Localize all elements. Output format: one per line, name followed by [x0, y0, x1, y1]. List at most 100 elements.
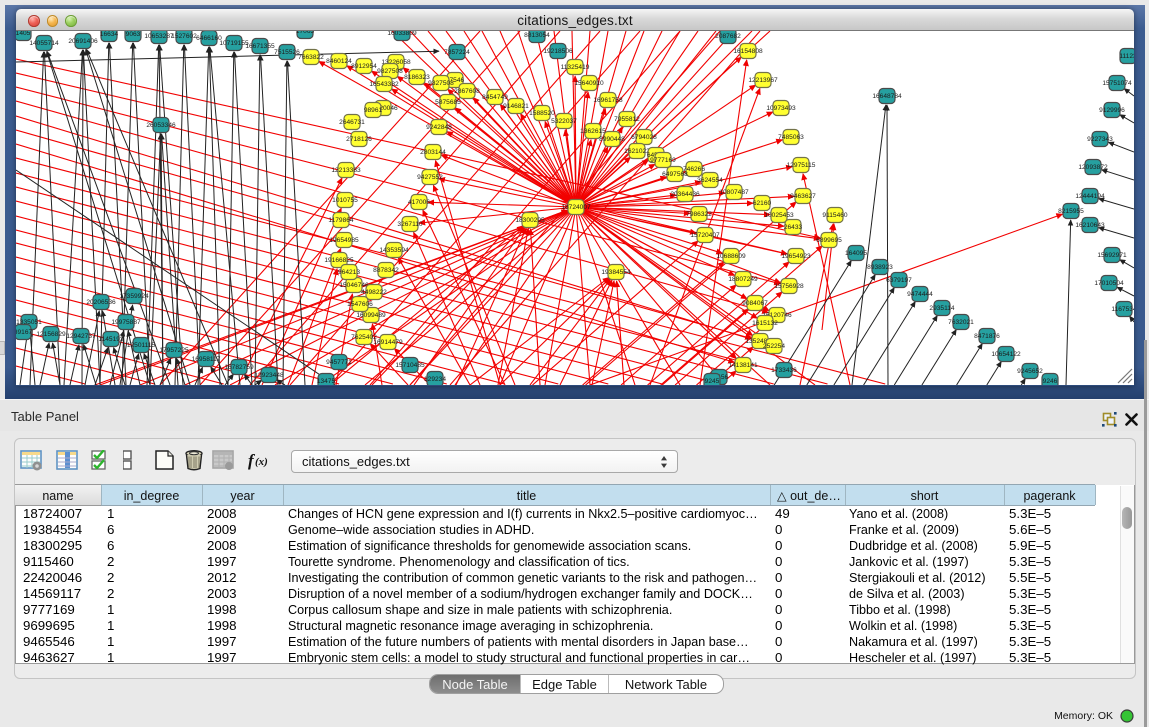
svg-text:252254: 252254 [763, 343, 785, 350]
svg-text:14353594: 14353594 [379, 247, 409, 254]
svg-text:2718126: 2718126 [346, 136, 372, 143]
svg-text:17063: 17063 [296, 31, 315, 35]
svg-text:8215955: 8215955 [1058, 208, 1084, 215]
svg-text:10653287: 10653287 [144, 33, 174, 40]
svg-text:15756928: 15756928 [774, 283, 804, 290]
svg-text:(x): (x) [255, 456, 268, 468]
svg-text:19654985: 19654985 [329, 237, 359, 244]
svg-text:13475: 13475 [317, 378, 336, 385]
svg-text:16634: 16634 [100, 31, 119, 38]
svg-text:7663822: 7663822 [298, 54, 324, 61]
svg-text:9227343: 9227343 [1087, 136, 1113, 143]
svg-text:8471876: 8471876 [974, 333, 1000, 340]
svg-text:7986322: 7986322 [686, 211, 712, 218]
svg-text:2646731: 2646731 [339, 119, 365, 126]
svg-text:8813054: 8813054 [524, 32, 550, 39]
svg-text:12213967: 12213967 [748, 77, 778, 84]
svg-text:7955812: 7955812 [614, 116, 640, 123]
svg-text:4498222: 4498222 [361, 289, 387, 296]
svg-text:417006: 417006 [408, 199, 430, 206]
svg-text:19975887: 19975887 [111, 319, 141, 326]
svg-text:20206536: 20206536 [86, 299, 116, 306]
svg-text:17957225: 17957225 [159, 347, 189, 354]
svg-text:1010755: 1010755 [332, 197, 358, 204]
svg-text:10973493: 10973493 [766, 105, 796, 112]
svg-text:16782759: 16782759 [224, 364, 254, 371]
svg-text:9457771: 9457771 [326, 359, 352, 366]
svg-text:10807487: 10807487 [719, 189, 749, 196]
svg-text:9245: 9245 [705, 378, 720, 385]
svg-text:16099489: 16099489 [356, 312, 386, 319]
svg-text:9146821: 9146821 [503, 103, 529, 110]
svg-text:7485063: 7485063 [778, 134, 804, 141]
svg-text:12093872: 12093872 [1078, 164, 1108, 171]
svg-text:1362615: 1362615 [580, 128, 606, 135]
svg-text:16958117: 16958117 [192, 356, 221, 363]
svg-text:12942737: 12942737 [66, 333, 96, 340]
svg-text:15692971: 15692971 [1097, 252, 1127, 259]
svg-text:9777169: 9777169 [650, 157, 676, 164]
svg-text:2935114: 2935114 [929, 305, 955, 312]
svg-text:62160: 62160 [753, 200, 772, 207]
svg-text:16154808: 16154808 [733, 48, 763, 55]
svg-text:8460124: 8460124 [326, 58, 352, 65]
svg-text:9115460: 9115460 [822, 212, 848, 219]
svg-text:7632021: 7632021 [948, 319, 974, 326]
svg-text:11123: 11123 [1119, 53, 1134, 60]
svg-text:12975115: 12975115 [787, 162, 816, 169]
svg-text:18807249: 18807249 [728, 276, 758, 283]
svg-text:9327508: 9327508 [428, 80, 454, 87]
svg-text:20691406: 20691406 [68, 38, 98, 45]
svg-text:9129996: 9129996 [1099, 107, 1125, 114]
svg-text:39167: 39167 [16, 329, 32, 336]
svg-text:5322037: 5322037 [551, 118, 577, 125]
svg-text:1588520: 1588520 [529, 110, 555, 117]
svg-text:16210643: 16210643 [1075, 222, 1105, 229]
svg-text:16648784: 16648784 [872, 93, 902, 100]
svg-text:9827508: 9827508 [377, 68, 403, 75]
svg-text:2803144: 2803144 [420, 149, 446, 156]
svg-text:18300295: 18300295 [515, 217, 545, 224]
svg-text:98961: 98961 [364, 107, 383, 114]
svg-text:26053346: 26053346 [146, 122, 176, 129]
svg-text:9463627: 9463627 [790, 193, 816, 200]
svg-text:8938923: 8938923 [867, 264, 893, 271]
svg-text:2087682: 2087682 [715, 33, 741, 40]
svg-text:15046746: 15046746 [339, 282, 369, 289]
svg-text:14055714: 14055714 [29, 40, 59, 47]
svg-text:19384554: 19384554 [601, 269, 631, 276]
svg-text:14138141: 14138141 [728, 362, 758, 369]
svg-text:1527602: 1527602 [171, 33, 197, 40]
svg-text:15710485: 15710485 [395, 362, 425, 369]
svg-text:19654923: 19654923 [781, 253, 811, 260]
svg-text:1145193: 1145193 [98, 336, 124, 343]
svg-text:964213: 964213 [338, 269, 360, 276]
svg-text:9246: 9246 [1043, 378, 1058, 385]
svg-text:26433: 26433 [784, 224, 803, 231]
svg-text:15751074: 15751074 [1102, 80, 1132, 87]
svg-text:12213383: 12213383 [331, 167, 361, 174]
svg-text:1615132: 1615132 [752, 320, 778, 327]
svg-text:1733436: 1733436 [771, 367, 797, 374]
svg-text:7857224: 7857224 [444, 49, 470, 56]
svg-text:6466160: 6466160 [196, 35, 222, 42]
svg-text:10025453: 10025453 [764, 212, 794, 219]
svg-text:8912954: 8912954 [351, 63, 377, 70]
svg-text:1405: 1405 [16, 31, 31, 37]
svg-text:9063: 9063 [126, 31, 141, 38]
svg-text:3624554: 3624554 [697, 177, 723, 184]
svg-text:9084067: 9084067 [742, 300, 768, 307]
svg-text:15640910: 15640910 [574, 80, 604, 87]
svg-text:10654122: 10654122 [991, 351, 1021, 358]
svg-text:20364436: 20364436 [670, 191, 700, 198]
svg-text:17359924: 17359924 [119, 293, 149, 300]
svg-text:9242848: 9242848 [426, 124, 452, 131]
svg-text:164095: 164095 [845, 250, 867, 257]
svg-text:16671355: 16671355 [245, 43, 275, 50]
svg-text:16961758: 16961758 [593, 97, 623, 104]
svg-text:8878342: 8878342 [373, 267, 399, 274]
svg-text:1179864: 1179864 [328, 217, 354, 224]
svg-text:6497568: 6497568 [662, 171, 688, 178]
svg-text:6899695: 6899695 [816, 237, 842, 244]
svg-text:9427552: 9427552 [417, 174, 443, 181]
